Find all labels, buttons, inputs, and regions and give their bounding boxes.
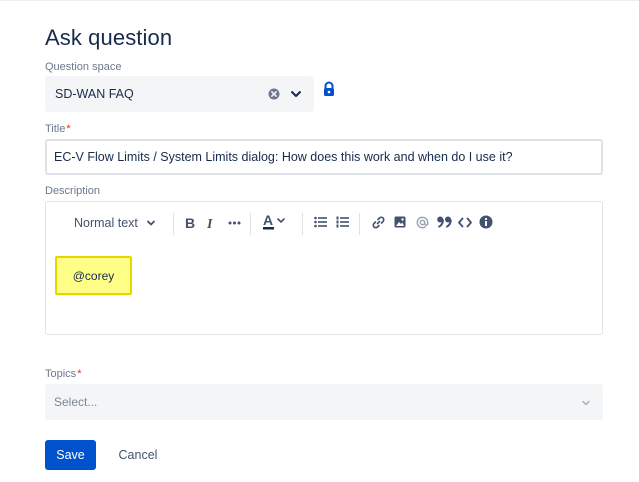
title-label: Title*	[45, 123, 71, 135]
description-editor[interactable]: Normal text B I A @corey	[45, 201, 603, 335]
bold-icon[interactable]: B	[183, 215, 197, 231]
topics-label: Topics*	[45, 368, 81, 380]
code-icon[interactable]	[457, 215, 473, 229]
svg-text:I: I	[206, 217, 213, 230]
cancel-button[interactable]: Cancel	[110, 440, 166, 470]
mention-highlight[interactable]: @corey	[55, 256, 132, 295]
topics-select[interactable]: Select...	[45, 384, 603, 420]
title-label-text: Title	[45, 123, 66, 135]
image-icon[interactable]	[393, 215, 407, 229]
top-divider	[0, 0, 639, 1]
more-formatting-icon[interactable]	[227, 217, 241, 229]
text-color-icon[interactable]: A	[262, 212, 288, 232]
required-mark: *	[66, 123, 71, 135]
mention-icon[interactable]	[415, 215, 429, 229]
description-label: Description	[45, 185, 101, 197]
editor-toolbar: Normal text B I A	[46, 202, 602, 244]
question-space-label: Question space	[45, 61, 122, 73]
editor-body-text: @corey	[72, 268, 115, 283]
numbered-list-icon[interactable]	[335, 215, 349, 229]
chevron-down-icon[interactable]	[289, 87, 303, 101]
svg-text:B: B	[185, 216, 195, 230]
link-icon[interactable]	[371, 215, 385, 229]
required-mark: *	[77, 368, 82, 380]
question-space-value: SD-WAN FAQ	[55, 87, 134, 101]
ask-question-page: Ask question Question space SD-WAN FAQ T…	[0, 0, 639, 482]
toolbar-divider	[173, 213, 174, 235]
toolbar-divider	[250, 213, 251, 235]
chevron-down-icon[interactable]	[581, 397, 591, 411]
toolbar-divider	[302, 213, 303, 235]
text-style-dropdown[interactable]: Normal text	[74, 214, 156, 232]
quote-icon[interactable]	[436, 215, 452, 229]
clear-icon[interactable]	[267, 87, 281, 101]
topics-label-text: Topics	[45, 368, 77, 380]
italic-icon[interactable]: I	[205, 215, 217, 231]
toolbar-divider	[359, 213, 360, 235]
chevron-down-icon	[146, 218, 156, 228]
save-button[interactable]: Save	[45, 440, 96, 470]
topics-placeholder: Select...	[54, 395, 98, 409]
question-space-select[interactable]: SD-WAN FAQ	[45, 76, 314, 112]
page-title: Ask question	[45, 25, 173, 50]
svg-text:A: A	[263, 212, 273, 228]
title-input-value: EC-V Flow Limits / System Limits dialog:…	[54, 150, 513, 164]
info-panel-icon[interactable]	[479, 215, 493, 229]
title-input[interactable]: EC-V Flow Limits / System Limits dialog:…	[45, 139, 603, 175]
text-style-label: Normal text	[74, 216, 138, 230]
lock-icon	[322, 81, 336, 97]
bullet-list-icon[interactable]	[313, 215, 327, 229]
